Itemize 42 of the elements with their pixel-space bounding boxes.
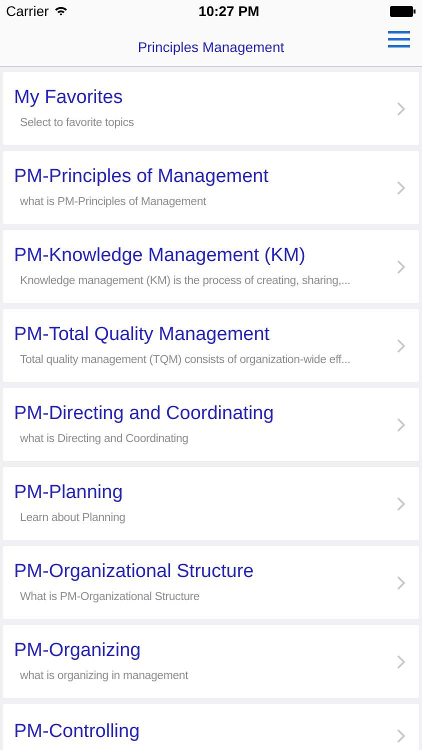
topic-title: PM-Directing and Coordinating	[14, 402, 275, 424]
topic-card[interactable]: PM-Principles of Management what is PM-Principles of Management	[3, 151, 419, 224]
topic-card[interactable]: PM-Directing and Coordinating what is Directing and Coordinating	[3, 388, 419, 461]
topic-title: My Favorites	[14, 86, 124, 108]
chevron-right-icon	[397, 729, 405, 743]
chevron-right-icon	[397, 654, 405, 668]
topic-title: PM-Principles of Management	[14, 166, 270, 188]
topic-subtitle: What is PM-Organizational Structure	[19, 590, 201, 604]
chevron-right-icon	[397, 338, 405, 352]
topic-title: PM-Organizing	[14, 640, 142, 662]
topic-title: PM-Organizational Structure	[14, 560, 255, 582]
menu-button[interactable]	[386, 28, 412, 50]
chevron-right-icon	[397, 418, 405, 432]
chevron-right-icon	[397, 496, 405, 510]
topic-card[interactable]: PM-Planning Learn about Planning	[3, 467, 419, 540]
wifi-icon	[54, 6, 68, 16]
battery-icon	[390, 6, 416, 16]
status-time: 10:27 PM	[198, 2, 260, 20]
topic-subtitle: Total quality management (TQM) consists of organization-wide eff...	[19, 352, 352, 368]
chevron-right-icon	[397, 102, 405, 116]
topic-subtitle: Learn about Planning	[19, 510, 126, 526]
topic-subtitle: what is organizing in management	[19, 668, 190, 684]
topic-subtitle: what is PM-Principles of Management	[19, 194, 208, 210]
topic-subtitle: Select to favorite topics	[19, 116, 135, 130]
chevron-right-icon	[397, 180, 405, 194]
topic-card[interactable]: PM-Total Quality Management Total quality management (TQM) consists of organization-wide eff...	[3, 309, 419, 382]
topic-title: PM-Total Quality Management	[14, 324, 271, 346]
chevron-right-icon	[397, 576, 405, 590]
carrier-label: Carrier	[6, 2, 49, 20]
topic-subtitle: Knowledge management (KM) is the process of creating, sharing,...	[19, 274, 352, 288]
nav-title: Principles Management	[138, 38, 284, 57]
topic-card[interactable]: My Favorites Select to favorite topics	[3, 72, 419, 145]
topic-card[interactable]: PM-Knowledge Management (KM) Knowledge management (KM) is the process of creating, sharing,...	[3, 230, 419, 303]
menu-icon	[388, 30, 410, 48]
topic-title: PM-Controlling	[14, 721, 141, 743]
topic-card[interactable]: PM-Organizational Structure What is PM-Organizational Structure	[3, 546, 419, 619]
topic-title: PM-Knowledge Management (KM)	[14, 244, 306, 266]
topic-card[interactable]: PM-Controlling	[3, 704, 419, 750]
topic-title: PM-Planning	[14, 482, 124, 504]
topic-card[interactable]: PM-Organizing what is organizing in management	[3, 625, 419, 698]
chevron-right-icon	[397, 260, 405, 274]
topic-subtitle: what is Directing and Coordinating	[19, 432, 190, 446]
